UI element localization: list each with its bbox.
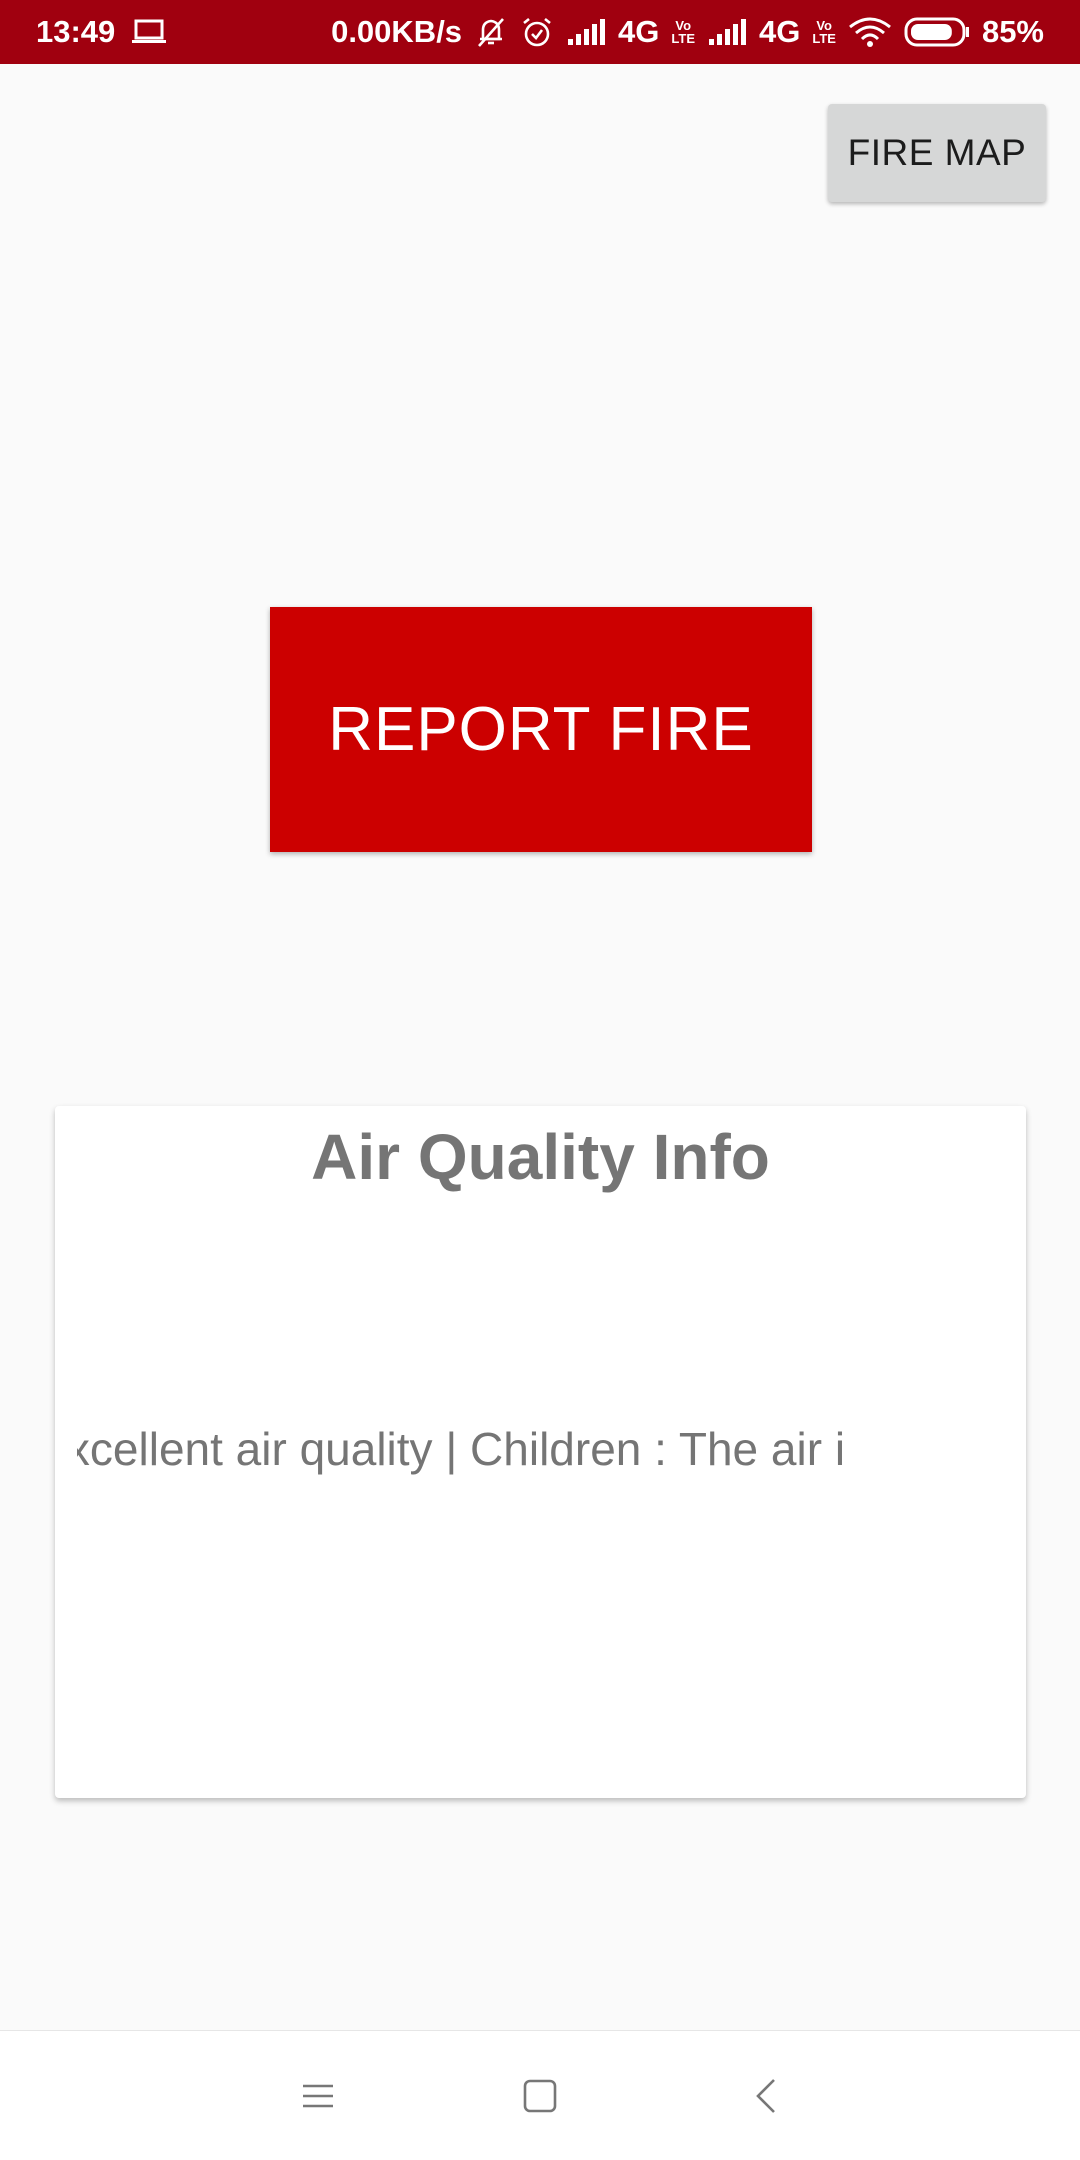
battery-icon bbox=[904, 16, 970, 48]
signal-icon bbox=[566, 17, 606, 47]
home-icon[interactable] bbox=[480, 2031, 600, 2160]
lte-label-2: LTE bbox=[812, 31, 836, 46]
air-quality-ticker: er : Excellent air quality | Children : … bbox=[77, 1414, 1003, 1484]
network-type-1: 4G bbox=[618, 14, 660, 49]
network-speed: 0.00KB/s bbox=[331, 14, 463, 49]
screen: 13:49 0.00KB/s 4G Vo LTE 4G Vo LTE 85% F… bbox=[0, 0, 1080, 2160]
volte-badge-1: Vo LTE bbox=[671, 19, 695, 45]
navigation-bar bbox=[0, 2030, 1080, 2160]
air-quality-title: Air Quality Info bbox=[311, 1121, 770, 1193]
back-icon[interactable] bbox=[706, 2031, 826, 2160]
battery-percent: 85% bbox=[981, 14, 1044, 49]
air-quality-card: Air Quality Info er : Excellent air qual… bbox=[55, 1106, 1026, 1798]
status-bar-right: 0.00KB/s 4G Vo LTE 4G Vo LTE 85% bbox=[331, 0, 1044, 64]
menu-icon[interactable] bbox=[258, 2031, 378, 2160]
fire-map-button[interactable]: FIRE MAP bbox=[828, 104, 1046, 202]
alarm-icon bbox=[520, 15, 554, 49]
lte-label-1: LTE bbox=[671, 31, 695, 46]
laptop-icon bbox=[131, 18, 167, 46]
report-fire-button[interactable]: REPORT FIRE bbox=[270, 607, 812, 852]
status-bar-left: 13:49 bbox=[36, 0, 167, 64]
status-bar: 13:49 0.00KB/s 4G Vo LTE 4G Vo LTE 85% bbox=[0, 0, 1080, 64]
network-type-2: 4G bbox=[759, 14, 801, 49]
status-time: 13:49 bbox=[36, 14, 116, 49]
volte-badge-2: Vo LTE bbox=[812, 19, 836, 45]
wifi-icon bbox=[848, 16, 892, 48]
notifications-off-icon bbox=[474, 15, 508, 49]
air-quality-ticker-text: er : Excellent air quality | Children : … bbox=[77, 1423, 846, 1475]
signal-icon-2 bbox=[707, 17, 747, 47]
